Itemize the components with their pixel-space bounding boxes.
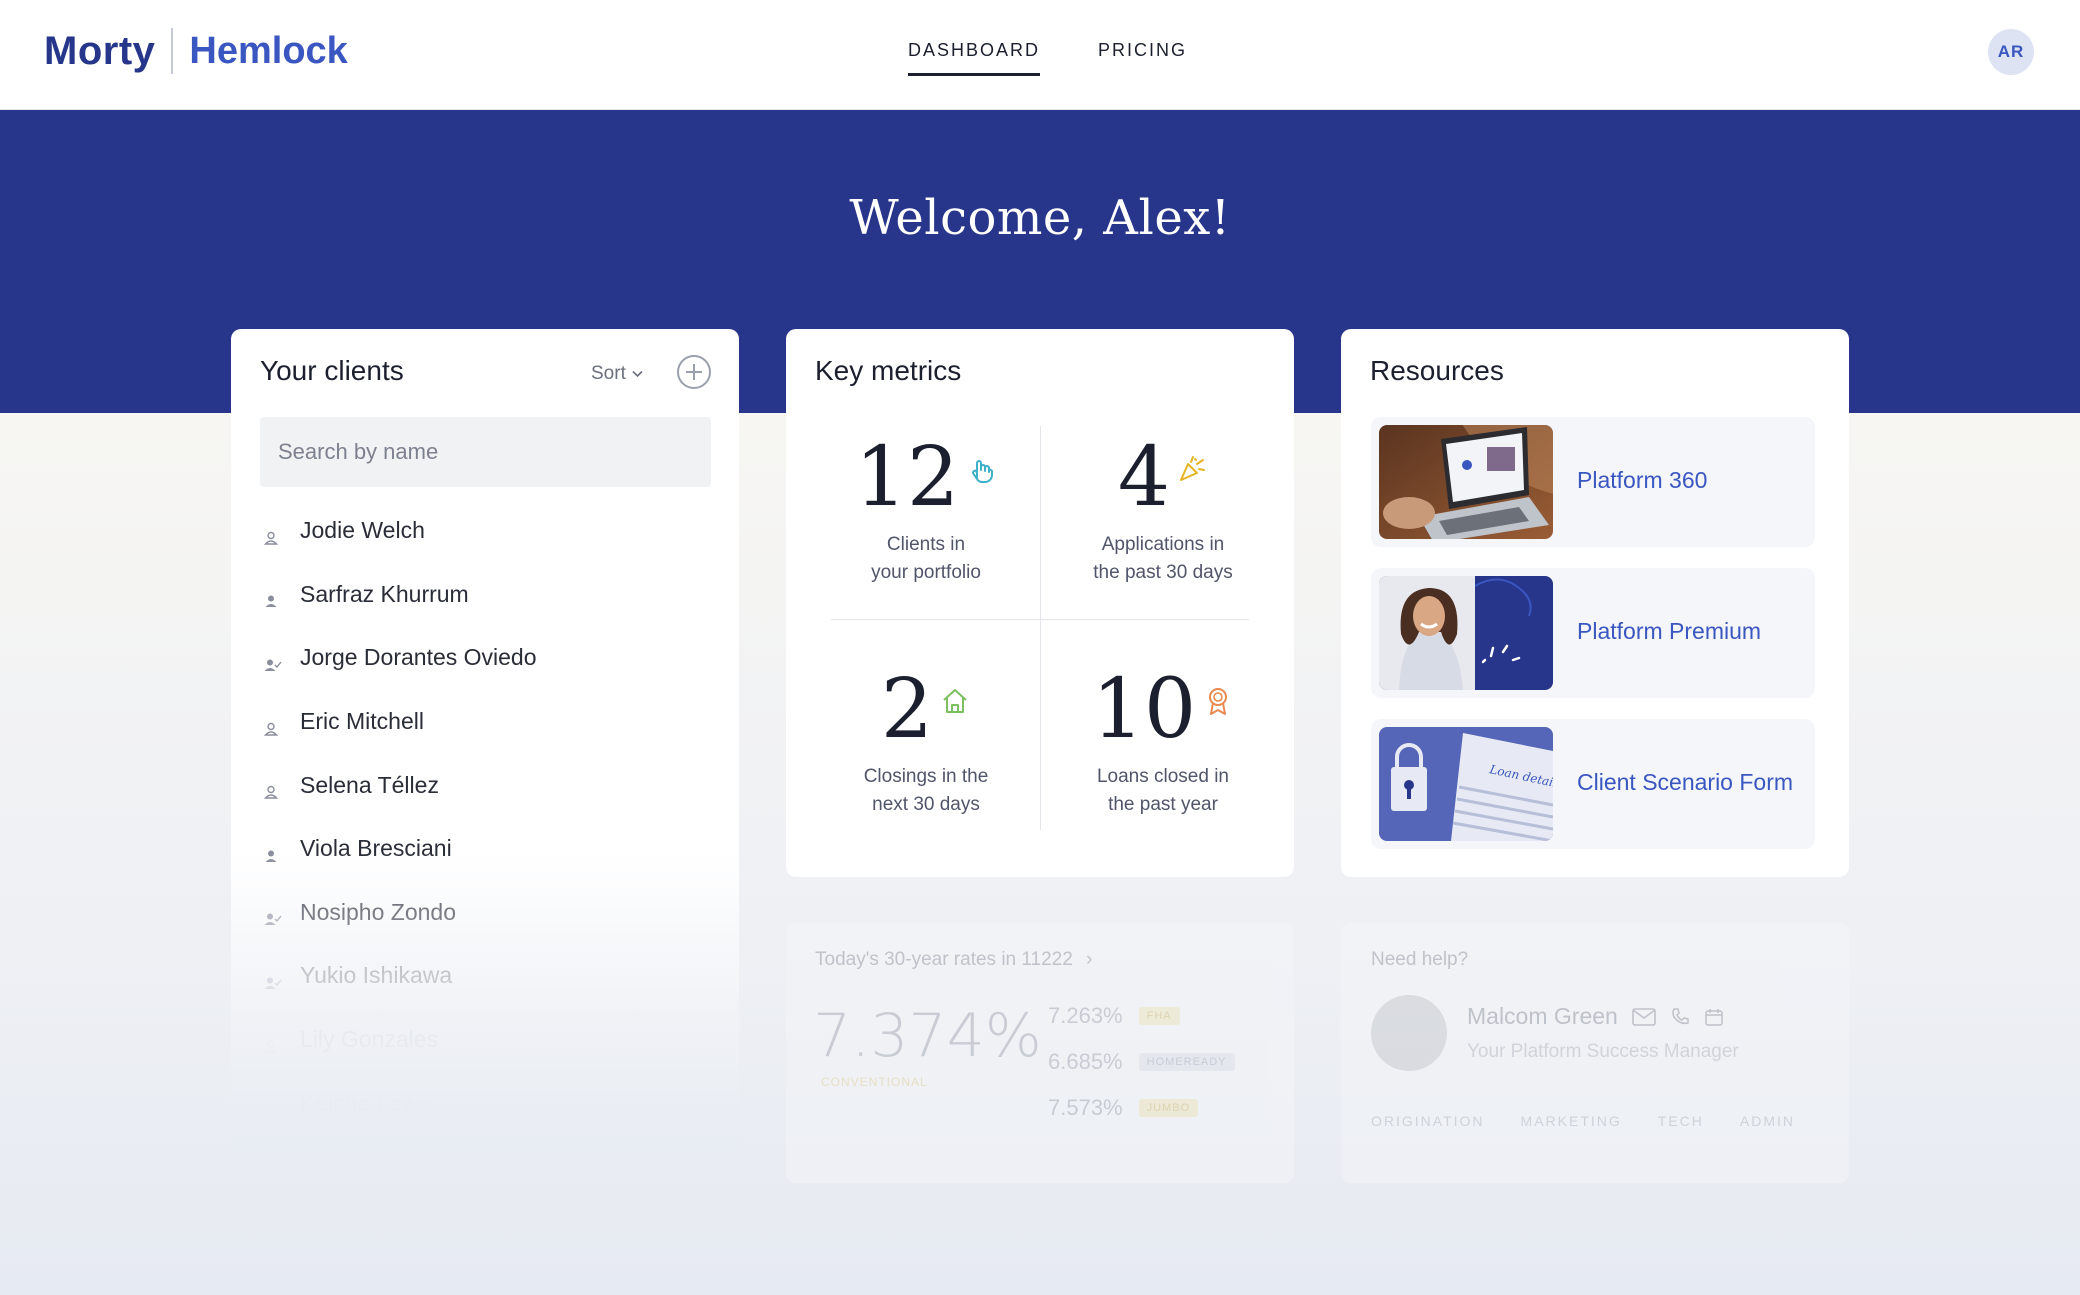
- client-name: Eric Mitchell: [300, 708, 424, 735]
- resources-title: Resources: [1370, 355, 1504, 386]
- metric-label-line1: Loans closed in: [1096, 766, 1230, 787]
- metric-label-line2: the past year: [1108, 794, 1218, 815]
- metric-label-line1: Applications in: [1101, 534, 1225, 555]
- rate-value: 7.573%: [1048, 1095, 1123, 1120]
- brand-logo[interactable]: Morty Hemlock: [44, 26, 348, 76]
- client-list-item[interactable]: Jodie Welch: [260, 499, 710, 563]
- top-header: Morty Hemlock DASHBOARD PRICING AR: [0, 0, 2080, 110]
- add-client-button[interactable]: [677, 355, 711, 389]
- metric-label-line1: Clients in: [886, 534, 966, 555]
- person-filled-icon: [264, 587, 278, 608]
- logo-morty: Morty: [44, 28, 156, 73]
- rate-value: 7.263%: [1048, 1003, 1123, 1028]
- resource-label: Platform Premium: [1577, 618, 1762, 644]
- metric-closings[interactable]: 2 Closings in the next 30 days: [811, 665, 1041, 819]
- manager-name: Malcom Green: [1467, 1003, 1618, 1029]
- mail-icon[interactable]: [1632, 1007, 1656, 1026]
- resources-card: Resources Platform 360 Platform Premium …: [1341, 329, 1849, 877]
- chevron-right-icon: ›: [1086, 949, 1093, 970]
- welcome-heading: Welcome, Alex!: [849, 190, 1231, 246]
- plus-icon: [686, 364, 702, 380]
- client-list-item[interactable]: Sarfraz Khurrum: [260, 563, 710, 627]
- person-outline-icon: [263, 524, 279, 545]
- client-name: Selena Téllez: [300, 771, 439, 798]
- house-icon: [943, 689, 967, 713]
- metric-value: 12: [854, 430, 960, 525]
- rate-value: 6.685%: [1048, 1049, 1123, 1074]
- metric-label-line2: your portfolio: [871, 562, 981, 583]
- manager-name-row: Malcom Green: [1467, 1003, 1724, 1030]
- metric-label-line1: Closings in the: [863, 766, 989, 787]
- rate-row: 6.685% HOMEREADY: [1048, 1049, 1235, 1075]
- client-name: Sarfraz Khurrum: [300, 580, 469, 607]
- metric-loans-closed[interactable]: 10 Loans closed in the past year: [1048, 665, 1278, 819]
- rate-row: 7.573% JUMBO: [1048, 1095, 1199, 1121]
- rate-tag: HOMEREADY: [1138, 1053, 1235, 1071]
- key-metrics-card: Key metrics 12 Clients in your portfolio…: [786, 329, 1294, 877]
- person-check-icon: [264, 651, 282, 671]
- phone-icon[interactable]: [1670, 1007, 1690, 1027]
- client-list-item[interactable]: Jorge Dorantes Oviedo: [260, 626, 710, 690]
- resource-label: Platform 360: [1577, 467, 1708, 493]
- metric-value: 4: [1117, 430, 1171, 525]
- client-list-item[interactable]: Eric Mitchell: [260, 690, 710, 754]
- chevron-down-icon: [632, 370, 643, 378]
- rate-tag: JUMBO: [1138, 1099, 1199, 1117]
- metric-value: 10: [1091, 662, 1197, 757]
- metric-applications[interactable]: 4 Applications in the past 30 days: [1048, 433, 1278, 587]
- calendar-icon[interactable]: [1704, 1007, 1724, 1027]
- metric-label-line2: the past 30 days: [1093, 562, 1233, 583]
- metric-label-line2: next 30 days: [872, 794, 980, 815]
- logo-hemlock: Hemlock: [189, 29, 348, 72]
- help-tab-marketing[interactable]: MARKETING: [1521, 1113, 1622, 1129]
- help-card: Need help? Malcom Green Your Platform Su…: [1341, 923, 1849, 1183]
- woman-portrait-photo: [1379, 576, 1553, 690]
- nav-dashboard[interactable]: DASHBOARD: [908, 40, 1041, 76]
- lock-document-illustration: Loan details: [1379, 727, 1553, 841]
- metrics-title: Key metrics: [815, 355, 962, 386]
- metric-value: 2: [880, 662, 934, 757]
- rates-card: Today's 30-year rates in 11222 › 7.374% …: [786, 923, 1294, 1183]
- manager-avatar: [1371, 995, 1447, 1071]
- client-search-input[interactable]: [260, 417, 711, 487]
- main-nav: DASHBOARD PRICING: [908, 40, 1187, 76]
- help-tabs: ORIGINATION MARKETING TECH ADMIN: [1371, 1113, 1795, 1129]
- list-fade-overlay: [231, 850, 739, 1150]
- party-popper-icon: [1180, 456, 1206, 481]
- sort-label: Sort: [591, 363, 626, 384]
- main-rate-label: CONVENTIONAL: [821, 1075, 928, 1089]
- user-avatar[interactable]: AR: [1988, 29, 2034, 75]
- rate-row: 7.263% FHA: [1048, 1003, 1180, 1029]
- client-name: Jorge Dorantes Oviedo: [300, 644, 537, 671]
- main-rate: 7.374%: [813, 1001, 1042, 1071]
- nav-pricing[interactable]: PRICING: [1098, 40, 1187, 76]
- manager-role: Your Platform Success Manager: [1467, 1041, 1739, 1062]
- help-tab-admin[interactable]: ADMIN: [1740, 1113, 1795, 1129]
- rates-title[interactable]: Today's 30-year rates in 11222 ›: [815, 949, 1092, 971]
- help-tab-origination[interactable]: ORIGINATION: [1371, 1113, 1485, 1129]
- client-list-item[interactable]: Selena Téllez: [260, 753, 710, 817]
- resource-client-scenario-form[interactable]: Loan details Client Scenario Form: [1371, 719, 1815, 849]
- help-title: Need help?: [1371, 949, 1469, 970]
- resource-label: Client Scenario Form: [1577, 769, 1794, 795]
- rates-title-text: Today's 30-year rates in 11222: [815, 949, 1073, 970]
- laptop-photo: [1379, 425, 1553, 539]
- clients-title: Your clients: [260, 355, 404, 386]
- resource-platform-premium[interactable]: Platform Premium: [1371, 568, 1815, 698]
- client-name: Jodie Welch: [300, 517, 425, 544]
- person-outline-icon: [263, 715, 279, 736]
- resource-platform-360[interactable]: Platform 360: [1371, 417, 1815, 547]
- logo-divider: [171, 28, 174, 74]
- help-tab-tech[interactable]: TECH: [1658, 1113, 1704, 1129]
- award-ribbon-icon: [1209, 688, 1228, 715]
- hand-pointer-icon: [972, 460, 994, 483]
- person-outline-icon: [263, 778, 279, 799]
- sort-dropdown[interactable]: Sort: [591, 363, 643, 385]
- metrics-divider-horizontal: [831, 619, 1249, 620]
- metric-clients[interactable]: 12 Clients in your portfolio: [811, 433, 1041, 587]
- rate-tag: FHA: [1138, 1007, 1180, 1025]
